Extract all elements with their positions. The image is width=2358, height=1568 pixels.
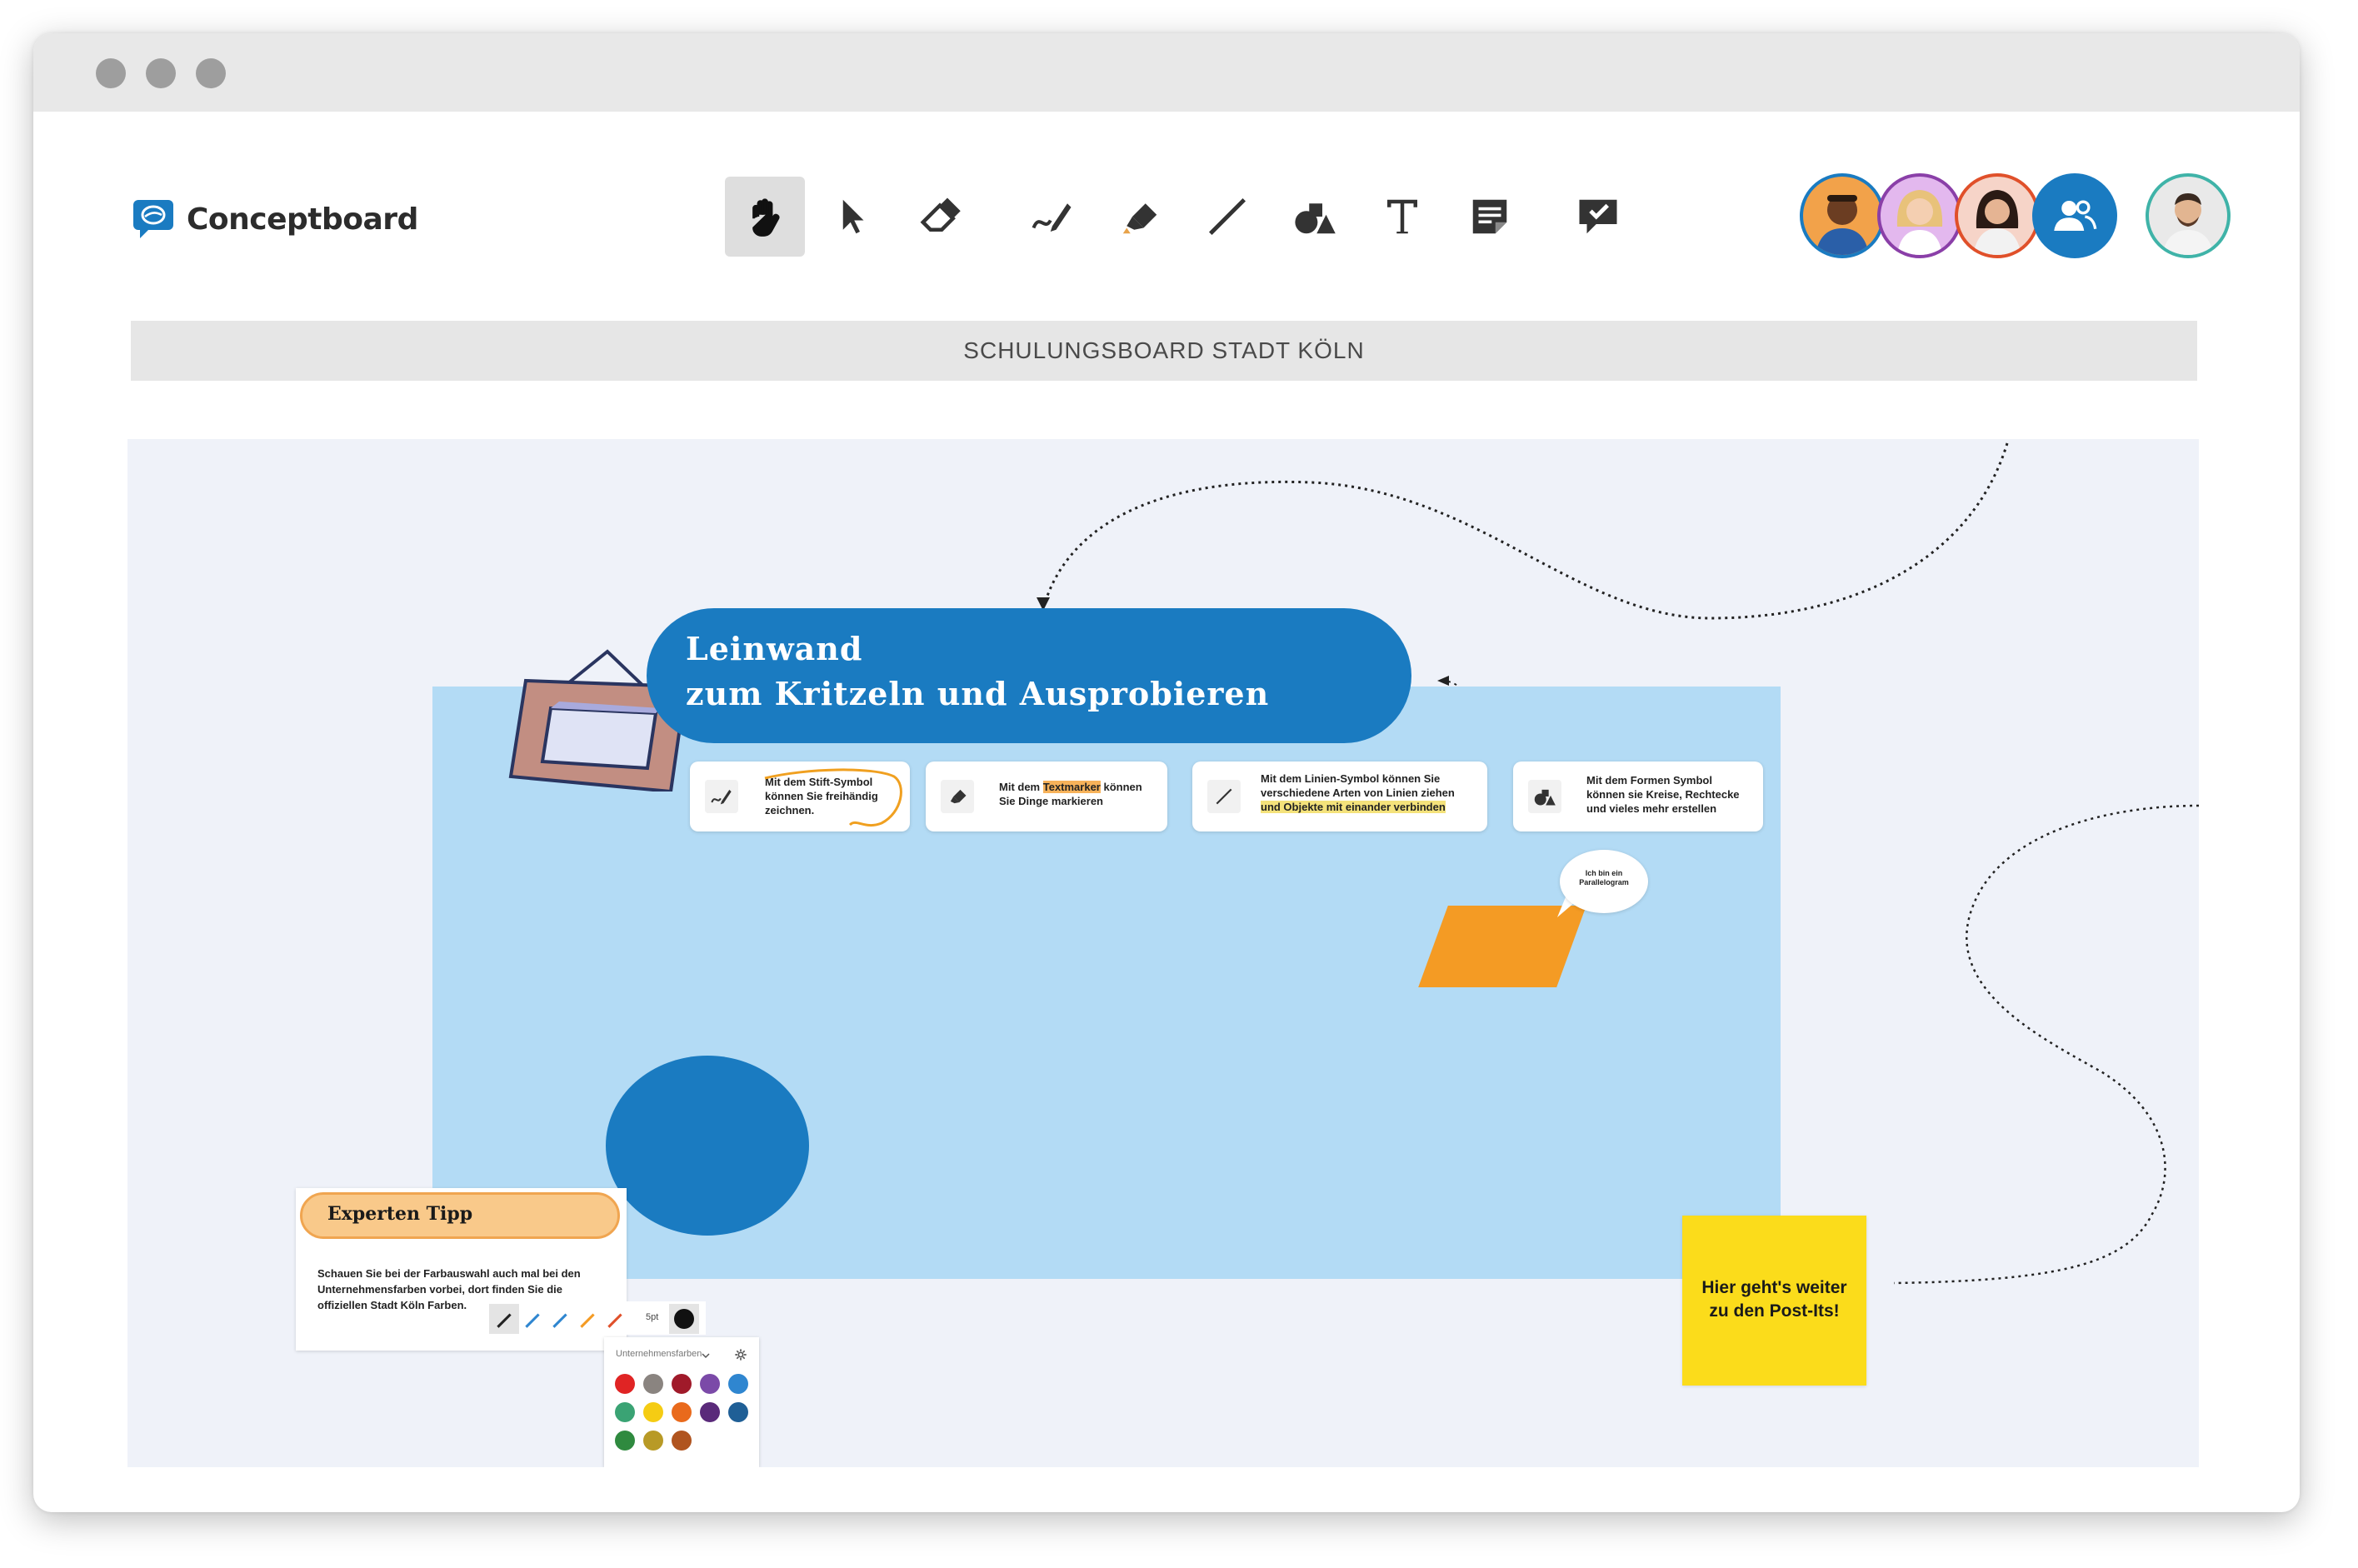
line-icon xyxy=(1207,780,1241,813)
pen-icon xyxy=(705,780,738,813)
sticky-note-tool-button[interactable] xyxy=(1450,177,1530,257)
current-user-avatar[interactable] xyxy=(2146,173,2231,258)
color-swatch[interactable] xyxy=(672,1374,692,1394)
highlighter-icon xyxy=(941,780,974,813)
window-minimize-button[interactable] xyxy=(146,58,176,88)
highlighted-word: Textmarker xyxy=(1042,781,1101,793)
app-name: Conceptboard xyxy=(187,202,418,237)
comment-check-icon xyxy=(1579,199,1617,234)
tip-line: offiziellen Stadt Köln Farben. xyxy=(317,1299,467,1311)
header-line-1: Leinwand xyxy=(686,630,863,667)
card-text: Mit dem Textmarker können Sie Dinge mark… xyxy=(999,780,1142,808)
info-card-pen[interactable]: Mit dem Stift-Symbol können Sie freihänd… xyxy=(690,762,910,831)
line-icon xyxy=(1208,197,1246,236)
sticky-note-text: Hier geht's weiter zu den Post-Its! xyxy=(1682,1276,1866,1323)
select-arrow-icon xyxy=(842,199,864,234)
color-swatch[interactable] xyxy=(700,1402,720,1422)
color-swatch[interactable] xyxy=(643,1431,663,1451)
hand-tool-button[interactable] xyxy=(725,177,805,257)
red-pen-option[interactable] xyxy=(603,1308,627,1330)
info-card-shapes[interactable]: Mit dem Formen Symbol können sie Kreise,… xyxy=(1513,762,1763,831)
comment-tool-button[interactable] xyxy=(1558,177,1638,257)
text-tool-button[interactable] xyxy=(1362,177,1442,257)
window-close-button[interactable] xyxy=(96,58,126,88)
circle-shape[interactable] xyxy=(606,1056,809,1236)
color-swatch[interactable] xyxy=(643,1402,663,1422)
color-swatch[interactable] xyxy=(643,1374,663,1394)
tip-line: Schauen Sie bei der Farbauswahl auch mal… xyxy=(317,1267,581,1280)
info-card-line[interactable]: Mit dem Linien-Symbol können Sie verschi… xyxy=(1192,762,1487,831)
pen-tool-button[interactable] xyxy=(1012,177,1092,257)
board-title: SCHULUNGSBOARD STADT KÖLN xyxy=(131,321,2197,381)
expert-tip-title: Experten Tipp xyxy=(327,1203,473,1225)
canvas-header-title: Leinwand zum Kritzeln und Ausprobieren xyxy=(686,627,1269,717)
tip-line: Unternehmensfarben vorbei, dort finden S… xyxy=(317,1283,562,1296)
color-swatch[interactable] xyxy=(700,1374,720,1394)
collaborator-avatar-2[interactable] xyxy=(1877,173,1962,258)
info-card-highlighter[interactable]: Mit dem Textmarker können Sie Dinge mark… xyxy=(926,762,1167,831)
conceptboard-logo-icon xyxy=(132,198,175,240)
collaborator-avatar-1[interactable] xyxy=(1800,173,1885,258)
color-swatch[interactable] xyxy=(615,1431,635,1451)
app-logo[interactable]: Conceptboard xyxy=(132,198,418,240)
color-swatch[interactable] xyxy=(672,1431,692,1451)
share-users-button[interactable] xyxy=(2032,173,2117,258)
gear-icon[interactable] xyxy=(734,1348,747,1361)
highlighter-icon xyxy=(1122,203,1157,234)
shapes-tool-button[interactable] xyxy=(1275,177,1355,257)
chevron-down-icon[interactable] xyxy=(701,1351,711,1361)
color-swatch[interactable] xyxy=(672,1402,692,1422)
blue-pen-option-2[interactable] xyxy=(548,1308,572,1330)
color-swatch[interactable] xyxy=(728,1402,748,1422)
sticky-line: zu den Post-Its! xyxy=(1709,1301,1840,1321)
pen-icon xyxy=(1032,203,1072,232)
color-swatch[interactable] xyxy=(615,1402,635,1422)
text-icon xyxy=(1387,199,1417,234)
highlighter-tool-button[interactable] xyxy=(1100,177,1180,257)
header-line-2: zum Kritzeln und Ausprobieren xyxy=(686,675,1270,712)
bubble-line: Parallelogram xyxy=(1579,878,1629,886)
card-line: Mit dem Linien-Symbol können Sie xyxy=(1261,772,1441,785)
card-line: können sie Kreise, Rechtecke xyxy=(1586,788,1740,801)
app-window: Conceptboard SCHULUNGSBOARD STADT KÖLN L… xyxy=(33,33,2300,1512)
highlighted-text: und Objekte mit einander verbinden xyxy=(1261,801,1446,813)
speech-bubble-text: Ich bin ein Parallelogram xyxy=(1567,869,1641,887)
orange-pen-option[interactable] xyxy=(576,1308,599,1330)
hand-icon xyxy=(752,198,780,237)
collaborator-avatar-3[interactable] xyxy=(1955,173,2040,258)
palette-label: Unternehmensfarben xyxy=(616,1349,702,1359)
sticky-line: Hier geht's weiter xyxy=(1701,1278,1847,1297)
card-line: verschiedene Arten von Linien ziehen xyxy=(1261,786,1455,799)
pen-scribble xyxy=(764,768,902,827)
sticky-note-icon xyxy=(1472,199,1507,234)
black-pen-option[interactable] xyxy=(492,1308,516,1330)
card-text: Mit dem Linien-Symbol können Sie verschi… xyxy=(1261,772,1455,814)
card-line: Mit dem Formen Symbol xyxy=(1586,774,1712,786)
card-line: Mit dem xyxy=(999,781,1043,793)
window-maximize-button[interactable] xyxy=(196,58,226,88)
selected-color-swatch xyxy=(674,1309,694,1329)
eraser-icon xyxy=(920,197,961,232)
blue-pen-option[interactable] xyxy=(521,1308,544,1330)
shapes-icon xyxy=(1295,203,1336,234)
card-line: und vieles mehr erstellen xyxy=(1586,802,1717,815)
board-canvas[interactable]: Leinwand zum Kritzeln und Ausprobieren M… xyxy=(127,439,2199,1467)
line-tool-button[interactable] xyxy=(1187,177,1267,257)
color-swatch[interactable] xyxy=(728,1374,748,1394)
card-line: Sie Dinge markieren xyxy=(999,795,1103,807)
card-line: können xyxy=(1100,781,1142,793)
eraser-tool-button[interactable] xyxy=(900,177,980,257)
bubble-line: Ich bin ein xyxy=(1585,869,1623,877)
select-tool-button[interactable] xyxy=(812,177,892,257)
pen-size-label: 5pt xyxy=(646,1312,659,1322)
color-swatch[interactable] xyxy=(615,1374,635,1394)
shapes-icon xyxy=(1528,780,1561,813)
users-icon xyxy=(2054,200,2097,231)
card-text: Mit dem Formen Symbol können sie Kreise,… xyxy=(1586,773,1740,816)
window-titlebar xyxy=(33,33,2300,112)
